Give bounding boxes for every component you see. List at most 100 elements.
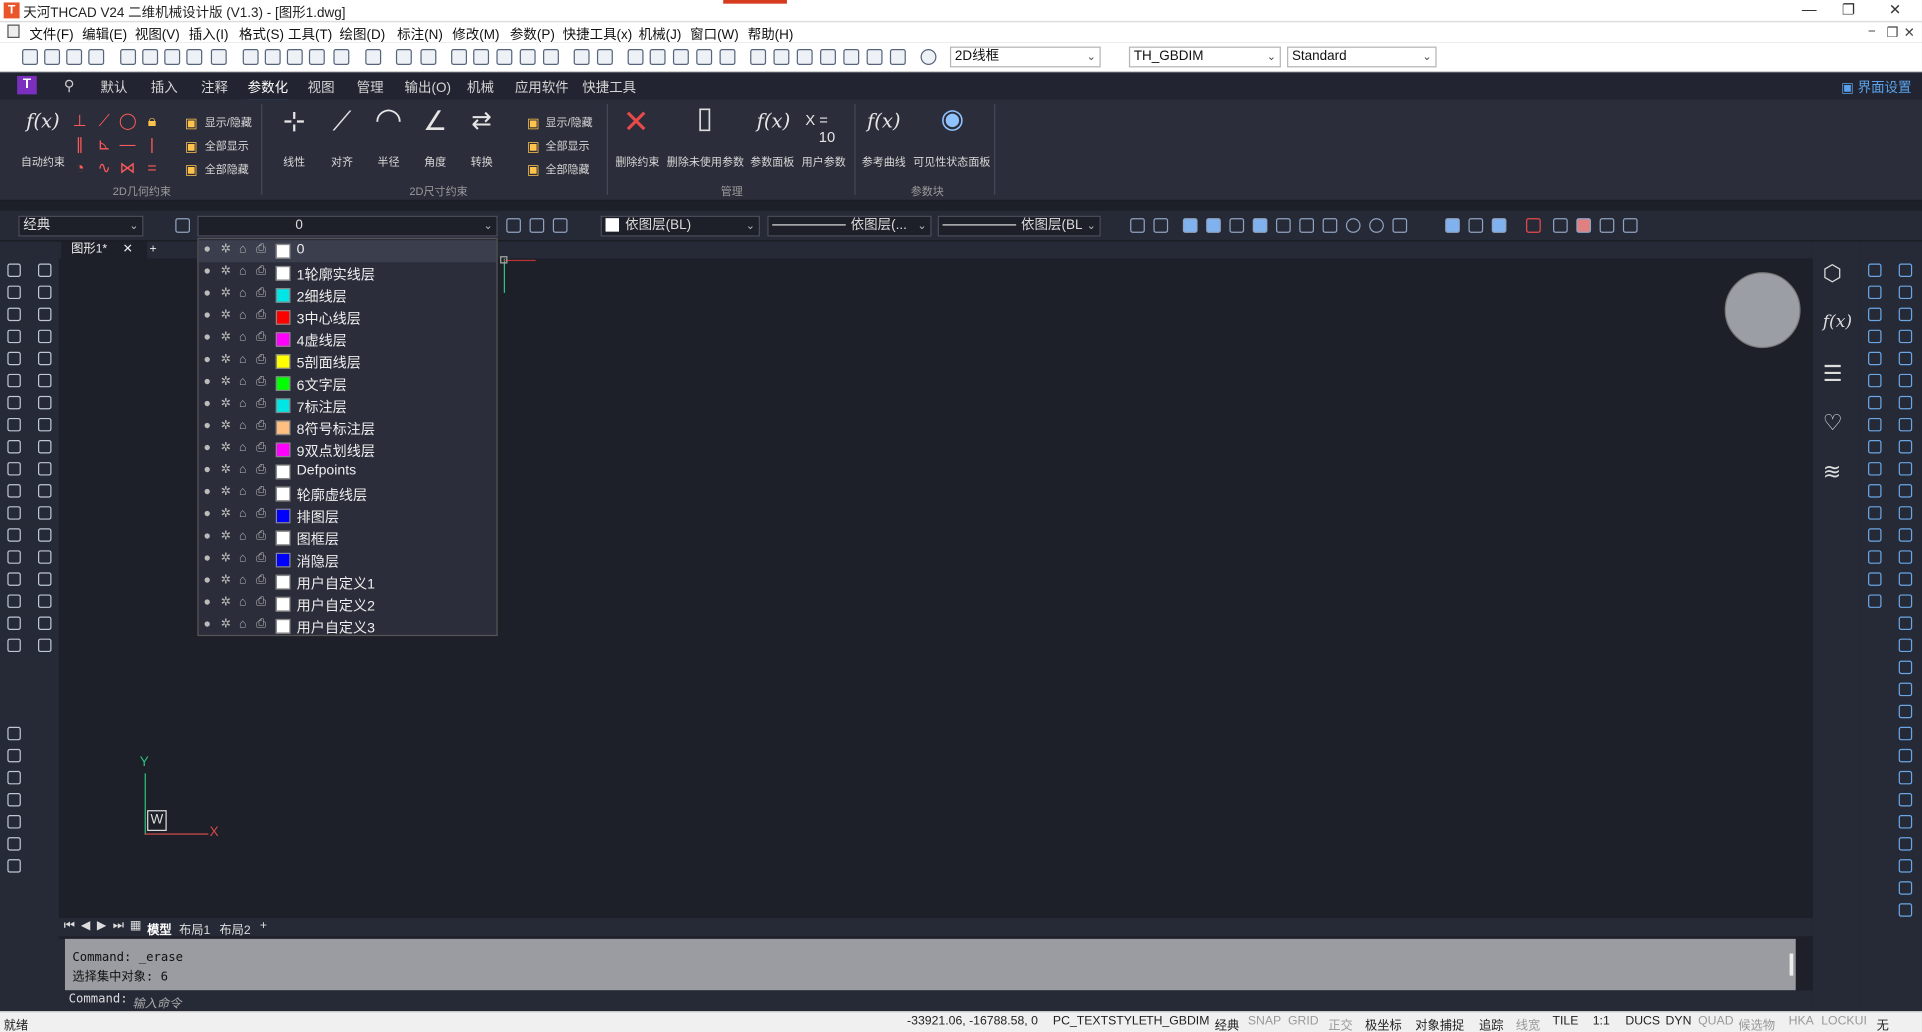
- layer-plot-icon[interactable]: ⎙: [256, 618, 266, 631]
- match-properties-icon[interactable]: [333, 49, 350, 65]
- zoom-extents-icon[interactable]: [719, 49, 736, 65]
- osnap-quadrant-icon[interactable]: [1369, 218, 1384, 233]
- prev-layout-icon[interactable]: ◀: [81, 919, 90, 932]
- paste-icon[interactable]: [286, 49, 303, 65]
- layer-on-icon[interactable]: ●: [203, 287, 210, 300]
- view-cube-icon[interactable]: [573, 49, 590, 65]
- geo-show-all-icon[interactable]: ▣: [183, 135, 200, 160]
- layers-panel-icon[interactable]: ≋: [1823, 460, 1842, 486]
- layer-row[interactable]: ● ✲ ⌂ ⎙ 3中心线层: [199, 306, 497, 328]
- paste-special-icon[interactable]: [308, 49, 325, 65]
- pan-icon[interactable]: [627, 49, 644, 65]
- layer-dropdown-list[interactable]: ● ✲ ⌂ ⎙ 0 ● ✲ ⌂ ⎙ 1轮廓实线层 ● ✲ ⌂ ⎙ 2细线层 ● ✲ ⌂ ⎙ 3中心线层 ● ✲ ⌂ ⎙ 4虚线层…: [197, 237, 498, 637]
- layer-color-swatch[interactable]: [275, 530, 291, 546]
- status-toggle[interactable]: 线宽: [1516, 1015, 1541, 1032]
- mechanical-tool-icon[interactable]: [1868, 395, 1882, 410]
- layer-plot-icon[interactable]: ⎙: [256, 309, 266, 322]
- send-back-icon[interactable]: [1622, 218, 1638, 233]
- plot-icon[interactable]: [142, 49, 159, 65]
- layer-row[interactable]: ● ✲ ⌂ ⎙ 消隐层: [199, 549, 497, 571]
- status-toggle[interactable]: GRID: [1288, 1015, 1319, 1028]
- design-center-icon[interactable]: [773, 49, 790, 65]
- table-tool-icon[interactable]: [37, 329, 52, 344]
- osnap-tangent-icon[interactable]: [1345, 218, 1361, 233]
- mechanical-tool-icon[interactable]: [1898, 395, 1913, 410]
- wipeout-tool-icon[interactable]: [7, 638, 21, 653]
- delete-constraint-label[interactable]: 删除约束: [615, 153, 659, 169]
- layer-row[interactable]: ● ✲ ⌂ ⎙ 用户自定义3: [199, 615, 497, 637]
- osnap-perpendicular-icon[interactable]: [1299, 218, 1315, 233]
- layer-lock-icon[interactable]: ⌂: [239, 265, 246, 278]
- layout-list-icon[interactable]: ▦: [130, 919, 142, 932]
- modify-tool-icon[interactable]: [7, 748, 21, 763]
- auto-constraint-icon[interactable]: f(x): [23, 109, 62, 134]
- status-dim-style[interactable]: TH_GBDIM: [1146, 1015, 1209, 1028]
- fix-icon[interactable]: 🔒︎: [143, 109, 160, 134]
- dim-hide-all[interactable]: 全部隐藏: [545, 161, 589, 177]
- delete-constraint-icon[interactable]: ✕: [619, 105, 653, 137]
- layer-row[interactable]: ● ✲ ⌂ ⎙ 1轮廓实线层: [199, 262, 497, 284]
- menu-params[interactable]: 参数(P): [510, 25, 555, 45]
- dim-aligned-label[interactable]: 对齐: [331, 153, 353, 169]
- osnap-nearest-icon[interactable]: [1445, 218, 1460, 233]
- osnap-intersection-icon[interactable]: [1229, 218, 1245, 233]
- hatch-tool-icon[interactable]: [7, 440, 21, 454]
- osnap-apparent-icon[interactable]: [1468, 218, 1484, 233]
- menu-file[interactable]: 文件(F): [29, 25, 73, 45]
- history-scrollbar[interactable]: [1789, 953, 1794, 976]
- polyline-tool-icon[interactable]: [37, 572, 52, 586]
- bring-front-icon[interactable]: [1599, 218, 1615, 233]
- symmetric-icon[interactable]: ⋈: [119, 156, 136, 181]
- layer-select[interactable]: 0 ⌄: [197, 215, 498, 237]
- layer-plot-icon[interactable]: ⎙: [256, 287, 266, 300]
- tab-annotate[interactable]: 注释: [201, 77, 228, 97]
- status-toggle[interactable]: 极坐标: [1365, 1015, 1402, 1032]
- calculator-icon[interactable]: [889, 49, 906, 65]
- modify-tool-icon[interactable]: [7, 859, 21, 873]
- layer-row[interactable]: ● ✲ ⌂ ⎙ 6文字层: [199, 373, 497, 395]
- geo-show-hide[interactable]: 显示/隐藏: [205, 114, 252, 130]
- dim-style-select[interactable]: TH_GBDIM ⌄: [1128, 46, 1281, 68]
- publish-icon[interactable]: [186, 49, 203, 65]
- mechanical-tool-icon[interactable]: [1898, 859, 1913, 873]
- layer-previous-icon[interactable]: [529, 218, 545, 233]
- dim-show-hide[interactable]: 显示/隐藏: [545, 114, 592, 130]
- help-icon[interactable]: [920, 49, 937, 65]
- properties-icon[interactable]: [750, 49, 767, 65]
- status-toggle[interactable]: TILE: [1553, 1015, 1579, 1028]
- mechanical-tool-icon[interactable]: [1868, 550, 1882, 564]
- mechanical-tool-icon[interactable]: [1898, 263, 1913, 277]
- properties-panel-icon[interactable]: ☰: [1823, 362, 1843, 388]
- maximize-button[interactable]: ❐: [1826, 0, 1870, 22]
- dim-show-all-icon[interactable]: ▣: [525, 135, 542, 160]
- mechanical-tool-icon[interactable]: [1898, 704, 1913, 719]
- layer-lock-icon[interactable]: ⌂: [239, 309, 246, 322]
- point-tool-icon[interactable]: [7, 528, 21, 542]
- layer-on-icon[interactable]: ●: [203, 397, 210, 410]
- layer-freeze-icon[interactable]: ✲: [221, 265, 231, 278]
- layer-plot-icon[interactable]: ⎙: [256, 331, 266, 344]
- layer-lock-icon[interactable]: ⌂: [239, 485, 246, 498]
- dim-radius-label[interactable]: 半径: [378, 153, 400, 169]
- next-layout-icon[interactable]: ▶: [97, 919, 106, 932]
- layer-color-swatch[interactable]: [275, 618, 291, 634]
- layer-plot-icon[interactable]: ⎙: [256, 485, 266, 498]
- layer-row[interactable]: ● ✲ ⌂ ⎙ 5剖面线层: [199, 351, 497, 373]
- ref-curve-icon[interactable]: f(x): [863, 109, 905, 134]
- layer-freeze-icon[interactable]: ✲: [221, 463, 231, 476]
- minimize-button[interactable]: —: [1787, 0, 1831, 22]
- zoom-realtime-icon[interactable]: [649, 49, 666, 65]
- layer-freeze-icon[interactable]: ✲: [221, 243, 231, 256]
- layer-freeze-icon[interactable]: ✲: [221, 331, 231, 344]
- circle-tool-icon[interactable]: [7, 329, 21, 344]
- tool-palette-icon[interactable]: [796, 49, 813, 65]
- line-tool-icon[interactable]: [37, 550, 52, 564]
- visual-style-select[interactable]: 2D线框 ⌄: [949, 46, 1101, 68]
- osnap-node-icon[interactable]: [1276, 218, 1291, 233]
- tab-output[interactable]: 输出(O): [404, 77, 450, 97]
- hyperlink-icon[interactable]: [451, 49, 468, 65]
- ellipse-tool-icon[interactable]: [37, 263, 52, 277]
- delete-unused-icon[interactable]: ▯: [686, 104, 723, 133]
- circle-tool-icon[interactable]: [37, 616, 52, 630]
- mechanical-tool-icon[interactable]: [1898, 660, 1913, 675]
